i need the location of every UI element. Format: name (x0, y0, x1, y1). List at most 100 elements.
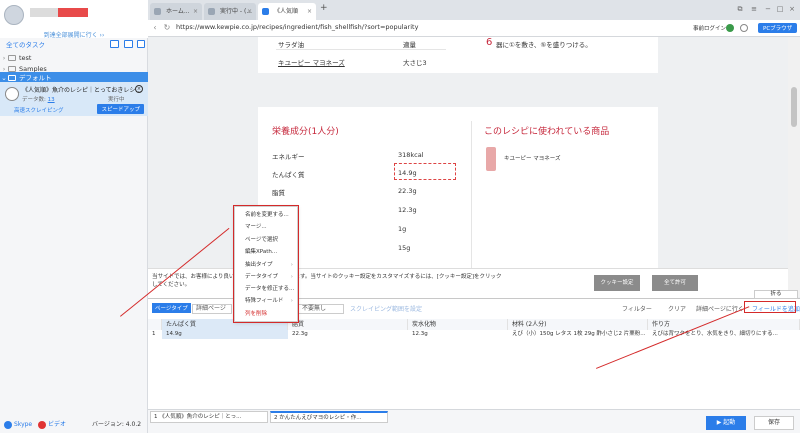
clear-button[interactable]: クリア (668, 304, 686, 313)
pre-login-button[interactable]: 事前ログイン (693, 24, 726, 32)
ingredient-link[interactable]: キユーピー マヨネーズ (278, 57, 345, 67)
table-header[interactable]: 脂質 (288, 319, 408, 330)
nutrition-value: 12.3g (398, 206, 417, 214)
cookie-text: 当サイトでは、お客様により良い...クッキーを利用しています。当サイトのクッキー… (152, 274, 502, 288)
close-icon[interactable]: × (135, 85, 143, 93)
page-type-label: ページタイプ (152, 303, 191, 313)
browser-tab-bar: ホーム... × 実行中 - (... × 《人気順 × + ⧉ ≡ − □ × (148, 0, 800, 20)
mayonnaise-product-image[interactable] (486, 147, 496, 171)
table-header[interactable]: 炭水化物 (408, 319, 508, 330)
collapse-button[interactable]: 折る (754, 290, 798, 299)
username-blurred (30, 8, 58, 17)
page-type-select[interactable]: 詳細ページ (192, 304, 232, 314)
nutrition-label: 脂質 (272, 189, 285, 197)
tab-recipe[interactable]: 《人気順 × (258, 3, 316, 20)
pc-browser-button[interactable]: PCブラウザ (758, 23, 798, 33)
table-header[interactable]: 作り方 (648, 319, 800, 330)
url-field[interactable]: https://www.kewpie.co.jp/recipes/ingredi… (176, 23, 418, 31)
video-icon (38, 421, 46, 429)
close-icon[interactable]: × (307, 3, 312, 20)
accept-all-button[interactable]: 全て許可 (652, 275, 698, 291)
delete-icon[interactable] (137, 40, 145, 48)
task-title: 《人気順》魚介のレシピ｜とっておきレシ... (22, 87, 142, 94)
video-link[interactable]: ビデオ (48, 417, 66, 433)
nutrition-label: たんぱく質 (272, 171, 305, 179)
row-index: 1 (152, 331, 156, 337)
new-tab-button[interactable]: + (320, 3, 328, 13)
task-mode: 高速スクレイピング (14, 108, 64, 114)
cookie-settings-button[interactable]: クッキー設定 (594, 275, 640, 291)
skype-link[interactable]: Skype (14, 417, 32, 433)
ingredients-card: サラダ油 適量 キユーピー マヨネーズ 大さじ3 6 器に①を敷き、⑤を盛りつけ… (258, 37, 658, 73)
table-cell[interactable]: 12.3g (408, 330, 508, 339)
filter-button[interactable]: フィルター (622, 304, 652, 313)
table-header[interactable]: 材料 (2人分) (508, 319, 648, 330)
pagination-select[interactable]: 不要無し (298, 304, 344, 314)
step-number: 6 (486, 37, 493, 48)
annotation-highlight-menu (233, 205, 299, 323)
task-item[interactable]: 《人気順》魚介のレシピ｜とっておきレシ... × データ数: 13 実行中 高速… (0, 82, 148, 116)
close-icon[interactable]: × (193, 3, 198, 20)
task-state: 実行中 (108, 97, 125, 103)
nutrition-value: 1g (398, 225, 407, 233)
step-text: 器に①を敷き、⑤を盛りつける。 (496, 41, 592, 49)
start-button[interactable]: ▶ 起動 (706, 416, 746, 430)
bottom-tab[interactable]: 1 《人気順》魚介のレシピ｜とっ... (150, 411, 268, 423)
page-icon (208, 8, 215, 15)
folder-icon (8, 55, 16, 61)
folder-label: test (19, 54, 32, 62)
table-header-index (148, 319, 162, 330)
data-count-value[interactable]: 13 (48, 97, 55, 103)
selected-element-outline (394, 163, 456, 180)
table-cell[interactable]: 14.9g (162, 330, 288, 339)
new-task-icon[interactable] (124, 40, 133, 48)
nutrition-value: 15g (398, 244, 411, 252)
bottom-tab[interactable]: 2 かんたんえびマヨのレシピ・作... (270, 411, 388, 423)
tab-label: 《人気順 (274, 8, 299, 15)
divider (276, 49, 446, 50)
page-icon (262, 8, 269, 15)
ingredient-name: サラダ油 (278, 41, 304, 49)
settings-icon[interactable]: ≡ (750, 5, 758, 13)
bottom-bar: 1 《人気順》魚介のレシピ｜とっ... 2 かんたんえびマヨのレシピ・作... … (148, 409, 800, 433)
maximize-icon[interactable]: □ (776, 5, 784, 13)
products-title: このレシピに使われている商品 (484, 127, 610, 137)
address-bar: ‹ ↻ https://www.kewpie.co.jp/recipes/ing… (148, 20, 800, 37)
refresh-icon[interactable]: ↻ (162, 22, 172, 34)
page-scrollbar[interactable] (788, 37, 800, 297)
annotation-highlight-add-field (744, 301, 796, 313)
version-label: バージョン: 4.0.2 (92, 421, 142, 428)
close-icon[interactable]: × (247, 3, 252, 20)
back-icon[interactable]: ‹ (150, 22, 160, 34)
cookie-icon[interactable] (740, 24, 748, 32)
scrollbar-thumb[interactable] (791, 87, 797, 127)
header-link[interactable]: 到達全部展開に行く ›› (0, 30, 148, 39)
close-window-icon[interactable]: × (788, 5, 796, 13)
ingredient-amount: 大さじ3 (403, 59, 427, 67)
nutrition-title: 栄養成分(1人分) (272, 127, 339, 137)
tab-running[interactable]: 実行中 - (... × (204, 3, 256, 20)
minimize-icon[interactable]: − (764, 5, 772, 13)
avatar[interactable] (4, 5, 24, 25)
table-cell[interactable]: 22.3g (288, 330, 408, 339)
new-folder-icon[interactable] (110, 40, 119, 48)
scrape-range-link[interactable]: スクレイピング範囲を設定 (350, 304, 422, 313)
product-name[interactable]: キユーピー マヨネーズ (504, 154, 560, 162)
data-count-label: データ数: (22, 97, 46, 103)
tab-label: ホーム... (166, 8, 190, 15)
nutrition-label: エネルギー (272, 153, 305, 161)
table-cell[interactable]: えび（小）150g レタス 1枚 29g 酢小さじ2 片栗粉... (508, 330, 648, 339)
folder-label: デフォルト (19, 74, 52, 82)
tab-home[interactable]: ホーム... × (150, 3, 202, 20)
skype-icon (4, 421, 12, 429)
folder-icon (8, 75, 16, 81)
account-header: 到達全部展開に行く ›› (0, 0, 148, 39)
speed-up-button[interactable]: スピードアップ (97, 104, 144, 114)
restore-icon[interactable]: ⧉ (736, 5, 744, 13)
nutrition-value: 318kcal (398, 151, 424, 159)
page-icon (154, 8, 161, 15)
task-data-count: データ数: 13 (22, 95, 55, 103)
ingredient-amount: 適量 (403, 41, 416, 49)
save-button[interactable]: 保存 (754, 416, 794, 430)
globe-icon[interactable] (726, 24, 734, 32)
